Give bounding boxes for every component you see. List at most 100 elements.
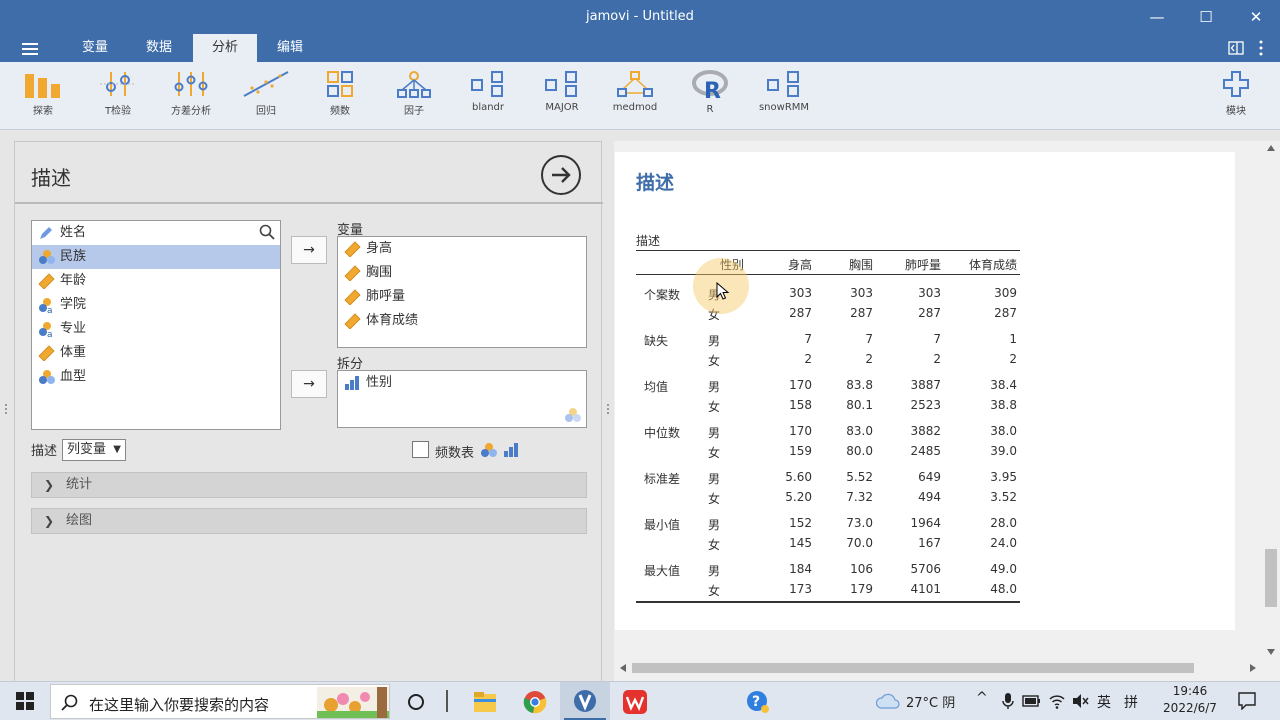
plots-section[interactable]: ❯ 绘图 bbox=[31, 508, 587, 534]
file-explorer-icon[interactable] bbox=[473, 691, 497, 713]
variable-list[interactable]: 姓名 民族 年龄 a 学院 a 专业 体重 血型 bbox=[31, 220, 281, 430]
table-header-rule bbox=[636, 274, 1020, 275]
add-to-variables-button[interactable]: → bbox=[291, 236, 327, 264]
tray-expand-icon[interactable]: ^ bbox=[976, 690, 988, 706]
table-cell: 1964 bbox=[910, 516, 941, 530]
ribbon-regression[interactable]: 回归 bbox=[234, 70, 298, 117]
target-variable-item[interactable]: 体育成绩 bbox=[338, 309, 586, 333]
horizontal-scroll-thumb[interactable] bbox=[632, 663, 1194, 673]
variable-item-age[interactable]: 年龄 bbox=[32, 269, 280, 293]
describe-layout-select[interactable]: 列变量 ▼ bbox=[62, 439, 126, 461]
panel-divider bbox=[15, 202, 603, 204]
module-icon bbox=[545, 71, 577, 97]
speaker-muted-icon[interactable] bbox=[1072, 693, 1090, 709]
table-cell-sex: 男 bbox=[708, 380, 721, 394]
variable-item-name[interactable]: 姓名 bbox=[32, 221, 280, 245]
table-cell: 28.0 bbox=[990, 516, 1017, 530]
regression-icon bbox=[243, 71, 289, 97]
close-button[interactable]: ✕ bbox=[1241, 6, 1271, 28]
weather-cloud-icon[interactable] bbox=[876, 692, 900, 710]
module-icon bbox=[767, 71, 799, 97]
table-row-label: 中位数 bbox=[644, 426, 681, 440]
tab-analyses[interactable]: 分析 bbox=[193, 34, 257, 62]
ribbon-ttest[interactable]: T检验 bbox=[86, 70, 150, 117]
variable-item-major[interactable]: a 专业 bbox=[32, 317, 280, 341]
ribbon-major[interactable]: MAJOR bbox=[530, 70, 594, 113]
middle-splitter-handle[interactable] bbox=[607, 404, 611, 418]
ribbon-exploration[interactable]: 探索 bbox=[11, 70, 75, 117]
split-variable-item[interactable]: 性别 bbox=[338, 371, 586, 395]
variable-item-weight[interactable]: 体重 bbox=[32, 341, 280, 365]
taskbar-search-box[interactable]: 在这里输入你要搜索的内容 bbox=[50, 684, 390, 719]
ribbon-frequencies[interactable]: 频数 bbox=[308, 70, 372, 117]
panel-toggle-icon[interactable] bbox=[1228, 41, 1244, 55]
ribbon-modules[interactable]: 模块 bbox=[1204, 70, 1268, 117]
ribbon-medmod[interactable]: medmod bbox=[603, 70, 667, 113]
wps-office-icon[interactable] bbox=[623, 690, 647, 714]
add-to-split-button[interactable]: → bbox=[291, 370, 327, 398]
close-panel-button[interactable] bbox=[541, 155, 581, 195]
wifi-icon[interactable] bbox=[1048, 693, 1066, 709]
hamburger-menu-icon[interactable] bbox=[22, 43, 38, 55]
jamovi-taskbar-active[interactable] bbox=[560, 682, 610, 720]
tab-edit[interactable]: 编辑 bbox=[263, 34, 317, 62]
help-app-icon[interactable]: ? bbox=[746, 690, 770, 714]
table-row-label: 缺失 bbox=[644, 334, 669, 348]
task-view-icon[interactable] bbox=[407, 693, 425, 711]
target-variable-item[interactable]: 身高 bbox=[338, 237, 586, 261]
maximize-button[interactable]: ☐ bbox=[1191, 6, 1221, 28]
windows-start-icon[interactable] bbox=[16, 692, 34, 710]
ribbon-anova[interactable]: 方差分析 bbox=[159, 70, 223, 117]
svg-text:R: R bbox=[704, 79, 721, 100]
variable-item-ethnicity[interactable]: 民族 bbox=[32, 245, 280, 269]
table-cell-sex: 女 bbox=[708, 584, 721, 598]
ribbon-r[interactable]: R R bbox=[678, 70, 742, 115]
frequencies-icon bbox=[327, 71, 353, 97]
tab-variables[interactable]: 变量 bbox=[68, 34, 122, 62]
scroll-left-icon[interactable] bbox=[620, 664, 626, 672]
left-splitter-handle[interactable] bbox=[5, 404, 9, 418]
taskbar-divider bbox=[446, 690, 448, 712]
svg-text:?: ? bbox=[752, 694, 760, 710]
frequency-table-checkbox[interactable] bbox=[412, 441, 429, 458]
results-horizontal-scrollbar[interactable] bbox=[618, 661, 1262, 675]
weather-text[interactable]: 27°C 阴 bbox=[906, 692, 955, 711]
statistics-section[interactable]: ❯ 统计 bbox=[31, 472, 587, 498]
vertical-scroll-thumb[interactable] bbox=[1265, 549, 1277, 607]
ribbon-snowrmm[interactable]: snowRMM bbox=[752, 70, 816, 113]
target-variable-item[interactable]: 胸围 bbox=[338, 261, 586, 285]
describe-label: 描述 bbox=[31, 444, 58, 459]
variable-item-college[interactable]: a 学院 bbox=[32, 293, 280, 317]
taskbar-clock[interactable]: 19:46 2022/6/7 bbox=[1158, 683, 1222, 717]
ribbon-factor[interactable]: 因子 bbox=[382, 70, 446, 117]
more-options-icon[interactable] bbox=[1258, 40, 1264, 56]
panel-title: 描述 bbox=[31, 166, 71, 190]
module-icon bbox=[471, 71, 503, 97]
results-vertical-scrollbar[interactable] bbox=[1264, 141, 1278, 663]
scroll-right-icon[interactable] bbox=[1250, 664, 1256, 672]
tab-data[interactable]: 数据 bbox=[132, 34, 186, 62]
battery-icon[interactable] bbox=[1022, 694, 1042, 708]
variables-target-list[interactable]: 身高 胸围 肺呼量 体育成绩 bbox=[337, 236, 587, 348]
results-sheet: 描述 描述 性别 身高 胸围 肺呼量 体育成绩 个案数男 303 303 303 309 女 287 2… bbox=[615, 152, 1235, 630]
nominal-variable-icon bbox=[39, 370, 55, 384]
windows-taskbar: 在这里输入你要搜索的内容 ? 27°C 阴 ^ 英 拼 19:46 2022/6… bbox=[0, 681, 1280, 720]
search-icon[interactable] bbox=[259, 224, 275, 240]
microphone-icon[interactable] bbox=[1002, 693, 1014, 709]
chrome-icon[interactable] bbox=[523, 690, 547, 714]
scroll-down-icon[interactable] bbox=[1267, 649, 1275, 655]
ime-mode-indicator[interactable]: 拼 bbox=[1124, 692, 1138, 712]
scroll-up-icon[interactable] bbox=[1267, 145, 1275, 151]
search-icon bbox=[61, 694, 78, 711]
ime-language-indicator[interactable]: 英 bbox=[1097, 692, 1111, 712]
split-target-list[interactable]: 性别 bbox=[337, 370, 587, 428]
table-cell: 167 bbox=[918, 536, 941, 550]
anova-icon bbox=[174, 72, 208, 96]
nominal-text-variable-icon: a bbox=[39, 298, 53, 313]
ttest-icon bbox=[100, 72, 136, 96]
notification-center-icon[interactable] bbox=[1238, 692, 1256, 710]
ribbon-blandr[interactable]: blandr bbox=[456, 70, 520, 113]
target-variable-item[interactable]: 肺呼量 bbox=[338, 285, 586, 309]
minimize-button[interactable]: — bbox=[1142, 6, 1172, 28]
variable-item-bloodtype[interactable]: 血型 bbox=[32, 365, 280, 389]
